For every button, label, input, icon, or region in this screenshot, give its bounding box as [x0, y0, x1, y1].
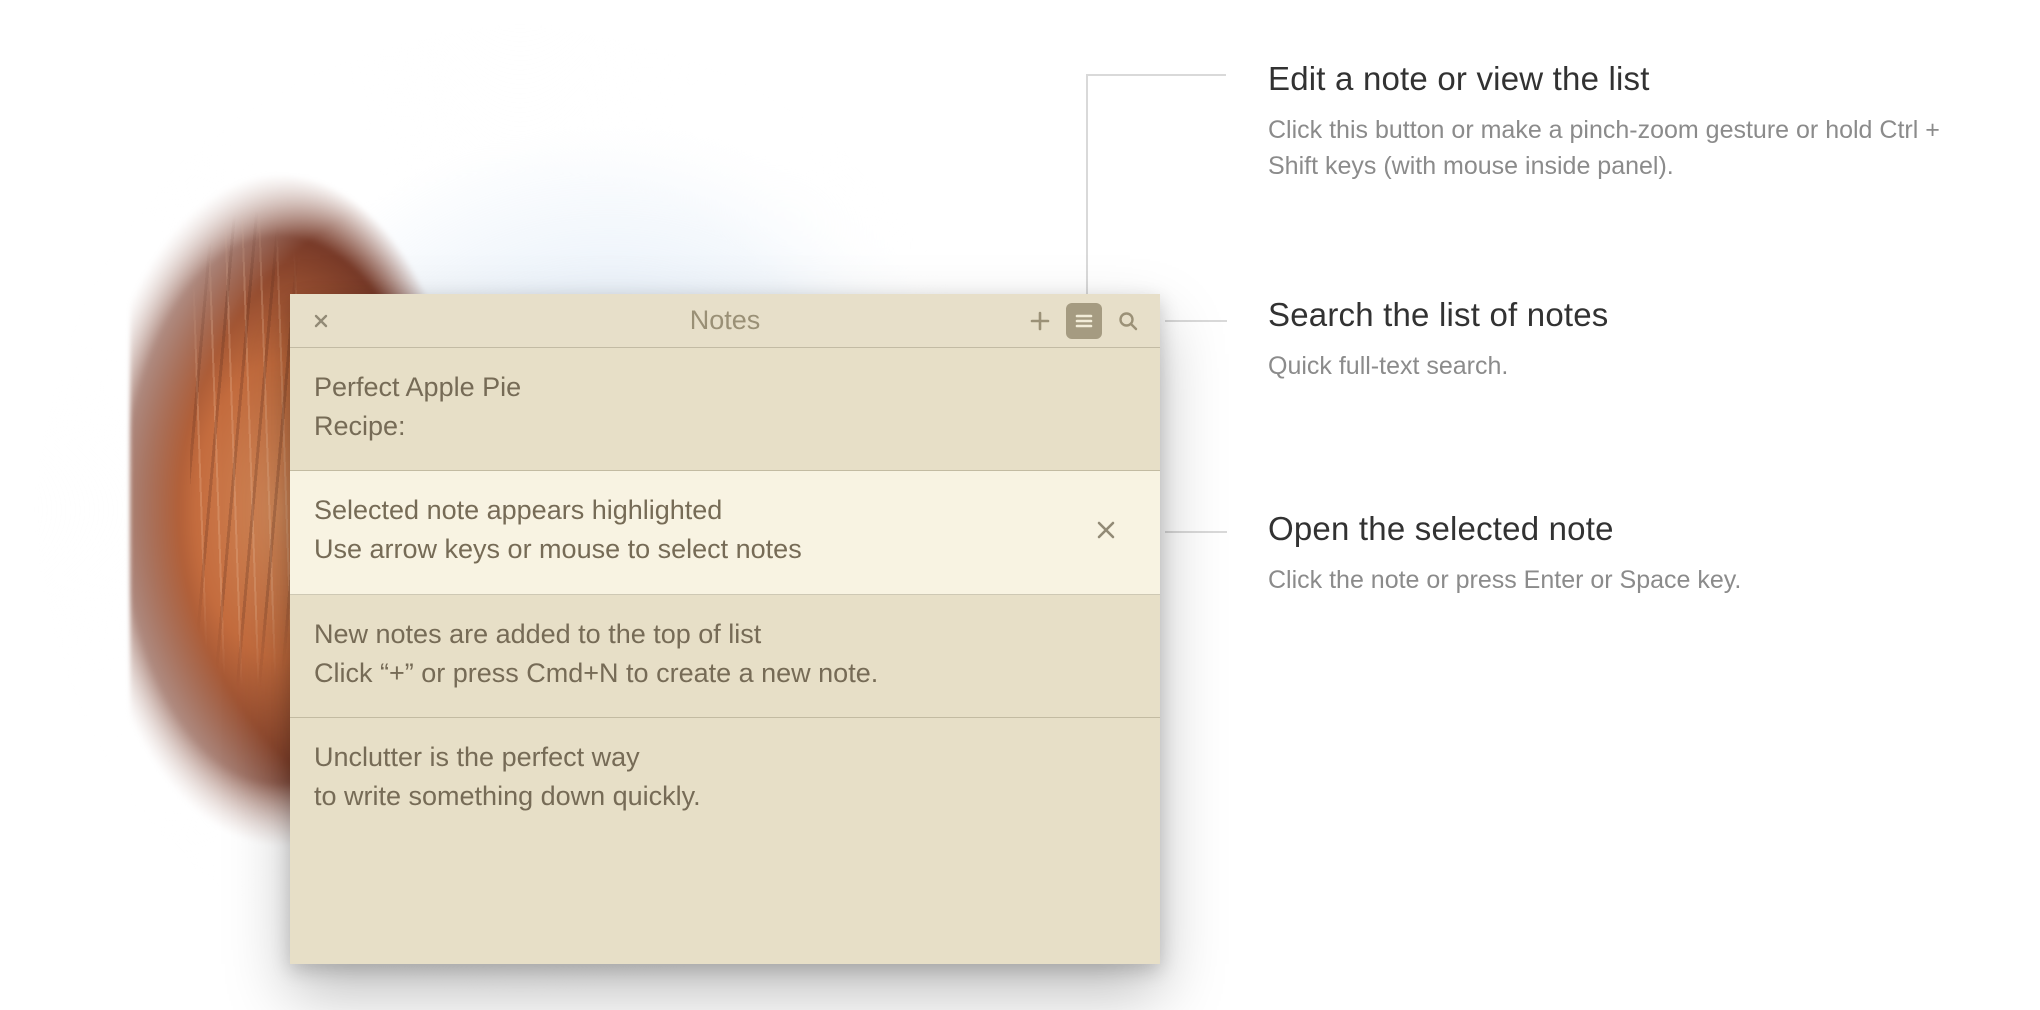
- note-line2: Use arrow keys or mouse to select notes: [314, 530, 1076, 569]
- delete-note-button[interactable]: [1076, 519, 1136, 541]
- note-line2: Click “+” or press Cmd+N to create a new…: [314, 654, 1136, 693]
- search-icon: [1117, 310, 1139, 332]
- note-list: Perfect Apple Pie Recipe: Selected note …: [290, 348, 1160, 964]
- notes-panel: Notes Perfect Apple Pie Recipe: Selected…: [290, 294, 1160, 964]
- callout-line: [1086, 74, 1226, 76]
- note-preview: Selected note appears highlighted Use ar…: [314, 491, 1076, 569]
- annotation-body: Quick full-text search.: [1268, 348, 1609, 384]
- note-preview: Perfect Apple Pie Recipe:: [314, 368, 1136, 446]
- panel-toolbar: [1022, 303, 1146, 339]
- note-line1: Unclutter is the perfect way: [314, 738, 1136, 777]
- close-panel-button[interactable]: [304, 313, 338, 329]
- plus-icon: [1029, 310, 1051, 332]
- note-preview: New notes are added to the top of list C…: [314, 615, 1136, 693]
- close-icon: [1095, 519, 1117, 541]
- annotation-title: Search the list of notes: [1268, 296, 1609, 334]
- callout-line: [1086, 74, 1088, 322]
- note-line2: to write something down quickly.: [314, 777, 1136, 816]
- note-preview: Unclutter is the perfect way to write so…: [314, 738, 1136, 816]
- annotation-body: Click this button or make a pinch-zoom g…: [1268, 112, 1968, 185]
- annotation-search: Search the list of notes Quick full-text…: [1268, 296, 1609, 384]
- note-row[interactable]: Perfect Apple Pie Recipe:: [290, 348, 1160, 471]
- note-line1: Perfect Apple Pie: [314, 368, 1136, 407]
- note-line1: Selected note appears highlighted: [314, 491, 1076, 530]
- list-view-button[interactable]: [1066, 303, 1102, 339]
- annotation-title: Edit a note or view the list: [1268, 60, 1968, 98]
- note-line1: New notes are added to the top of list: [314, 615, 1136, 654]
- annotation-open: Open the selected note Click the note or…: [1268, 510, 1741, 598]
- note-row[interactable]: New notes are added to the top of list C…: [290, 595, 1160, 718]
- callout-line: [1165, 531, 1227, 533]
- callout-line: [1165, 320, 1227, 322]
- note-row-selected[interactable]: Selected note appears highlighted Use ar…: [290, 471, 1160, 594]
- panel-header: Notes: [290, 294, 1160, 348]
- add-note-button[interactable]: [1022, 303, 1058, 339]
- search-button[interactable]: [1110, 303, 1146, 339]
- note-row[interactable]: Unclutter is the perfect way to write so…: [290, 718, 1160, 840]
- annotation-edit: Edit a note or view the list Click this …: [1268, 60, 1968, 185]
- list-icon: [1073, 310, 1095, 332]
- note-line2: Recipe:: [314, 407, 1136, 446]
- annotation-body: Click the note or press Enter or Space k…: [1268, 562, 1741, 598]
- close-icon: [313, 313, 329, 329]
- annotation-title: Open the selected note: [1268, 510, 1741, 548]
